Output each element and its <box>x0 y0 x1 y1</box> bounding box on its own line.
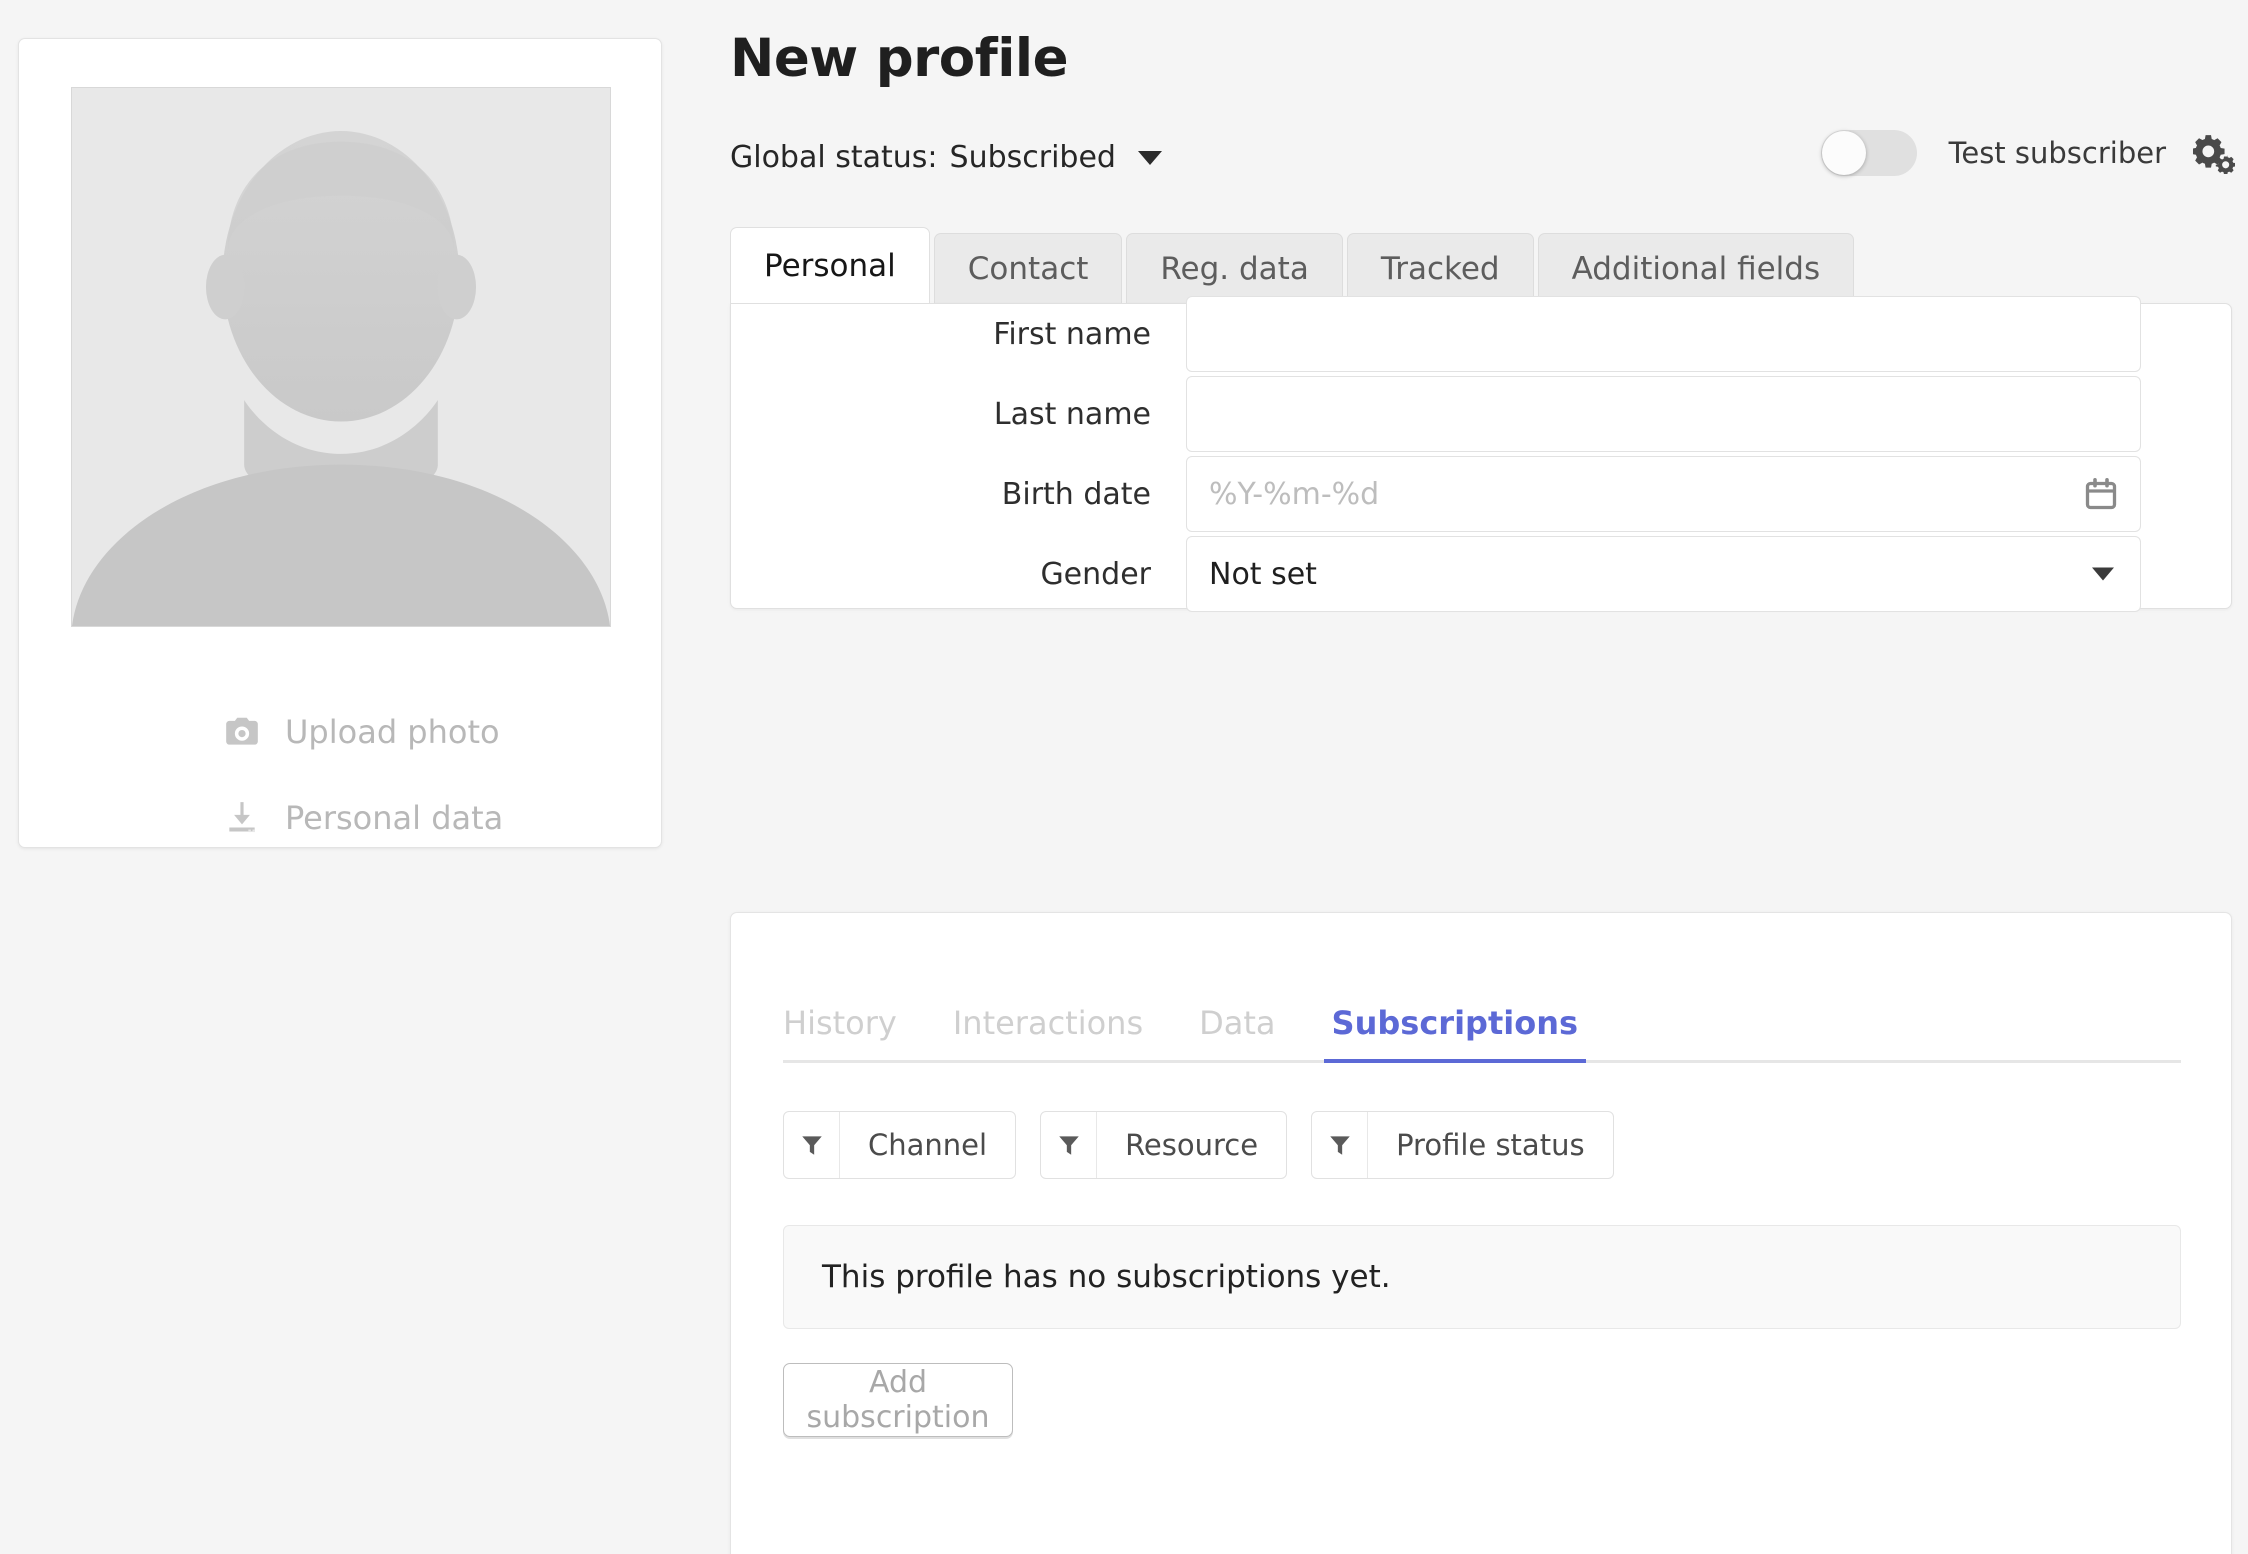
tab-personal-label: Personal <box>764 247 896 284</box>
cogs-icon[interactable] <box>2192 131 2236 175</box>
first-name-input[interactable] <box>1186 296 2141 372</box>
last-name-label: Last name <box>993 396 1151 432</box>
filter-icon <box>1041 1112 1098 1178</box>
birth-date-label: Birth date <box>1001 476 1151 512</box>
filter-profile-status-button[interactable]: Profile status <box>1311 1111 1614 1179</box>
field-row-first-name: First name <box>731 294 2231 374</box>
tab-reg-data-label: Reg. data <box>1160 250 1309 287</box>
calendar-icon[interactable] <box>2083 476 2119 512</box>
global-status-value[interactable]: Subscribed <box>950 140 1116 175</box>
avatar-placeholder-silhouette-icon <box>72 88 610 626</box>
sub-tab-history-label: History <box>783 1004 897 1042</box>
filter-icon <box>784 1112 840 1178</box>
birth-date-input[interactable] <box>1186 456 2141 532</box>
tab-contact[interactable]: Contact <box>933 233 1123 303</box>
photo-action-list: Upload photo Personal data <box>19 689 661 861</box>
tab-tracked[interactable]: Tracked <box>1346 233 1534 303</box>
last-name-control <box>1186 376 2141 452</box>
filter-channel-button[interactable]: Channel <box>783 1111 1017 1179</box>
download-icon <box>221 797 263 839</box>
filter-profile-status-label: Profile status <box>1396 1128 1585 1162</box>
field-row-last-name: Last name <box>731 374 2231 454</box>
subscriptions-panel: History Interactions Data Subscriptions … <box>730 912 2232 1554</box>
upload-photo-action[interactable]: Upload photo <box>19 689 661 775</box>
page-title: New profile <box>730 28 1069 89</box>
chevron-down-icon <box>2092 567 2114 581</box>
filter-icon <box>1312 1112 1369 1178</box>
sub-tab-interactions-label: Interactions <box>952 1004 1144 1042</box>
gender-control: Not set <box>1186 536 2141 612</box>
personal-form-panel: First name Last name Birth date %Y-%m-%d… <box>730 296 2232 612</box>
add-subscription-button[interactable]: Add subscription <box>783 1363 1013 1437</box>
gender-select[interactable]: Not set <box>1186 536 2141 612</box>
sub-tab-interactions[interactable]: Interactions <box>953 1004 1143 1060</box>
subscriptions-tab-bar: History Interactions Data Subscriptions <box>783 995 2181 1063</box>
tab-additional-fields-label: Additional fields <box>1571 250 1821 287</box>
avatar <box>71 87 611 627</box>
field-row-birth-date: Birth date <box>731 454 2231 534</box>
sub-tab-subscriptions[interactable]: Subscriptions <box>1323 1004 1587 1063</box>
camera-icon <box>221 711 263 753</box>
sub-tab-data-label: Data <box>1199 1004 1276 1042</box>
tab-tracked-label: Tracked <box>1380 250 1500 287</box>
tab-additional-fields[interactable]: Additional fields <box>1537 233 1855 303</box>
tab-personal[interactable]: Personal <box>730 227 930 303</box>
chevron-down-icon[interactable] <box>1137 150 1162 165</box>
filter-channel-label: Channel <box>868 1128 988 1162</box>
filter-resource-button[interactable]: Resource <box>1040 1111 1288 1179</box>
test-subscriber-control: Test subscriber <box>1820 130 2236 176</box>
toggle-knob <box>1821 131 1866 175</box>
global-status-row: Global status: Subscribed <box>730 140 1162 175</box>
field-row-gender: Gender Not set <box>731 534 2231 614</box>
test-subscriber-toggle[interactable] <box>1820 130 1917 176</box>
profile-editor-page: Upload photo Personal data New profile G… <box>0 0 2248 1554</box>
sub-tab-history[interactable]: History <box>783 1004 897 1060</box>
sub-tab-subscriptions-label: Subscriptions <box>1331 1004 1579 1042</box>
empty-state-message: This profile has no subscriptions yet. <box>783 1225 2181 1329</box>
tab-reg-data[interactable]: Reg. data <box>1126 233 1343 303</box>
filter-row: Channel Resource Profile status <box>783 1111 1638 1179</box>
right-column: New profile Global status: Subscribed Te… <box>730 0 2248 1554</box>
gender-select-value: Not set <box>1209 556 1317 592</box>
test-subscriber-label: Test subscriber <box>1948 136 2166 170</box>
sub-tab-data[interactable]: Data <box>1199 1004 1275 1060</box>
first-name-control <box>1186 296 2141 372</box>
photo-card: Upload photo Personal data <box>18 38 662 848</box>
global-status-label: Global status: <box>730 140 938 175</box>
tab-contact-label: Contact <box>967 250 1089 287</box>
last-name-input[interactable] <box>1186 376 2141 452</box>
birth-date-control <box>1186 456 2141 532</box>
filter-resource-label: Resource <box>1125 1128 1259 1162</box>
first-name-label: First name <box>993 316 1151 352</box>
personal-data-label: Personal data <box>285 799 504 837</box>
profile-tab-bar: Personal Contact Reg. data Tracked Addit… <box>730 227 1858 303</box>
upload-photo-label: Upload photo <box>285 713 500 751</box>
personal-data-action[interactable]: Personal data <box>19 775 661 861</box>
gender-label: Gender <box>1040 556 1151 592</box>
